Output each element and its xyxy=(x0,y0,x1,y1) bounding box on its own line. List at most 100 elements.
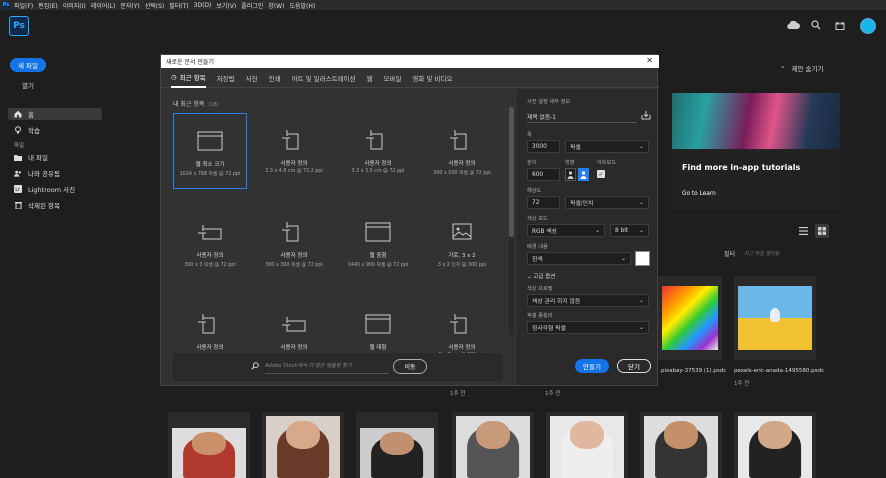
save-preset-icon[interactable] xyxy=(641,110,651,122)
recent-file-thumb[interactable] xyxy=(546,412,628,478)
menu-layer[interactable]: 레이어(L) xyxy=(91,1,116,10)
artboard-label: 아트보드 xyxy=(597,160,617,166)
sidebar-item-label: 학습 xyxy=(28,127,40,135)
scrollbar[interactable] xyxy=(509,107,514,335)
go-button[interactable]: 이동 xyxy=(393,359,427,374)
recent-file-thumb[interactable] xyxy=(452,412,534,478)
recent-file-name[interactable]: pexels-eric-anada-1495580.psdc xyxy=(734,368,824,374)
close-button[interactable]: 닫기 xyxy=(617,359,651,373)
grid-view-icon[interactable] xyxy=(815,224,829,238)
sidebar-item-deleted[interactable]: 삭제된 항목 xyxy=(8,199,102,211)
document-preset-icon xyxy=(365,222,391,242)
recent-file-thumb[interactable] xyxy=(356,412,438,478)
tab-recent[interactable]: ◷ 최근 항목 xyxy=(171,68,206,88)
menu-window[interactable]: 창(W) xyxy=(268,1,284,10)
recent-file-thumb[interactable] xyxy=(168,412,250,478)
preset-name: 사용자 정의 xyxy=(280,345,308,351)
preset-name: 가로, 3 x 2 xyxy=(448,253,476,259)
menu-3d[interactable]: 3D(D) xyxy=(194,2,212,9)
document-preset-icon xyxy=(281,130,307,150)
folder-icon xyxy=(14,153,22,161)
promo-image xyxy=(672,93,840,149)
preset-card[interactable]: 사용자 정의 3.3 x 3.5 cm @ 72 ppi xyxy=(341,113,415,189)
menu-image[interactable]: 이미지(I) xyxy=(63,1,86,10)
advanced-options-toggle[interactable]: ⌄ 고급 옵션 xyxy=(527,272,555,280)
width-unit-select[interactable]: 픽셀 ⌄ xyxy=(565,140,649,153)
stock-search-input[interactable]: Adobe Stock에서 더 많은 템플릿 찾기 xyxy=(265,362,352,369)
sidebar-item-lightroom[interactable]: Lr Lightroom 사진 xyxy=(8,183,102,195)
preset-card[interactable]: 가로, 3 x 2 3 x 2 인치 @ 300 ppi xyxy=(425,205,499,281)
menu-type[interactable]: 문자(Y) xyxy=(120,1,139,10)
height-input[interactable]: 600 xyxy=(527,168,560,181)
home-icon xyxy=(14,110,22,118)
menu-edit[interactable]: 편집(E) xyxy=(38,1,58,10)
search-icon[interactable] xyxy=(809,18,823,32)
tab-film[interactable]: 영화 및 비디오 xyxy=(412,68,452,88)
search-icon xyxy=(251,362,259,372)
tutorial-promo-card[interactable]: Find more in-app tutorials Go to Learn xyxy=(672,93,840,209)
pixel-ratio-select[interactable]: 정사각형 픽셀 ⌄ xyxy=(527,321,649,334)
sidebar-item-my-files[interactable]: 내 파일 xyxy=(8,151,102,163)
pixel-ratio-label: 픽셀 종횡비 xyxy=(527,313,553,319)
tab-print[interactable]: 인쇄 xyxy=(269,68,281,88)
background-label: 배경 내용 xyxy=(527,244,548,250)
tab-web[interactable]: 웹 xyxy=(367,68,373,88)
landscape-orientation-icon[interactable] xyxy=(578,168,589,181)
color-mode-select[interactable]: RGB 색상 ⌄ xyxy=(527,224,605,237)
avatar[interactable] xyxy=(860,18,876,34)
document-name-field[interactable]: 제목 없음-1 xyxy=(527,112,556,121)
portrait-orientation-icon[interactable] xyxy=(565,168,576,181)
color-profile-select[interactable]: 색상 관리 하지 않음 ⌄ xyxy=(527,294,649,307)
recent-file-thumb[interactable] xyxy=(658,276,722,360)
gift-icon[interactable] xyxy=(833,18,847,32)
tab-photo[interactable]: 사진 xyxy=(246,68,258,88)
create-button[interactable]: 만들기 xyxy=(575,359,609,373)
width-input[interactable]: 3000 xyxy=(527,140,560,153)
preset-tabs: ◷ 최근 항목 저장됨 사진 인쇄 아트 및 일러스트레이션 웹 모바일 영화 및… xyxy=(161,68,659,88)
menu-file[interactable]: 파일(F) xyxy=(14,1,33,10)
recent-file-time: 1주 전 xyxy=(734,381,750,387)
open-button[interactable]: 열기 xyxy=(22,80,34,90)
close-icon[interactable]: ✕ xyxy=(646,56,653,65)
hide-suggestions-button[interactable]: ⌃ 제안 숨기기 xyxy=(780,63,824,73)
menu-view[interactable]: 보기(V) xyxy=(216,1,236,10)
preset-card[interactable]: 사용자 정의 300 x 300 픽셀 @ 72 ppi xyxy=(257,205,331,281)
tab-art[interactable]: 아트 및 일러스트레이션 xyxy=(292,68,356,88)
recent-file-thumb[interactable] xyxy=(640,412,722,478)
sidebar-item-home[interactable]: 홈 xyxy=(8,108,102,120)
background-color-swatch[interactable] xyxy=(635,251,650,266)
preset-card[interactable]: 사용자 정의 300 x 3 픽셀 @ 72 ppi xyxy=(173,205,247,281)
preset-card[interactable]: 웹 최소 크기 1024 x 768 픽셀 @ 72 ppi xyxy=(173,113,247,189)
recent-file-thumb[interactable] xyxy=(262,412,344,478)
preset-name: 웹 중형 xyxy=(369,253,387,259)
recent-file-thumb[interactable] xyxy=(734,412,816,478)
new-file-button[interactable]: 새 파일 xyxy=(10,58,46,72)
ps-logo-icon: Ps xyxy=(2,1,10,9)
background-select[interactable]: 흰색 ⌄ xyxy=(527,252,631,265)
recent-file-name[interactable]: pixabay-37539 (1).psdc xyxy=(661,368,726,374)
cloud-icon[interactable] xyxy=(786,18,800,32)
preset-name: 사용자 정의 xyxy=(364,161,392,167)
menu-select[interactable]: 선택(S) xyxy=(145,1,165,10)
sidebar-item-learn[interactable]: 학습 xyxy=(8,124,102,136)
chevron-down-icon: ⌄ xyxy=(638,199,644,206)
go-to-learn-link[interactable]: Go to Learn xyxy=(682,191,716,197)
menu-plugins[interactable]: 플러그인 xyxy=(241,1,263,10)
resolution-unit-select[interactable]: 픽셀/인치 ⌄ xyxy=(565,196,649,209)
scrollbar-thumb[interactable] xyxy=(509,107,514,237)
tab-mobile[interactable]: 모바일 xyxy=(383,68,401,88)
preset-card[interactable]: 웹 중형 1440 x 900 픽셀 @ 72 ppi xyxy=(341,205,415,281)
artboard-checkbox[interactable]: ✓ xyxy=(597,170,605,178)
recent-file-thumb[interactable] xyxy=(734,276,816,360)
sidebar-item-shared[interactable]: 나와 공유됨 xyxy=(8,167,102,179)
menu-help[interactable]: 도움말(H) xyxy=(289,1,315,10)
preset-card[interactable]: 사용자 정의 3.3 x 4.8 cm @ 72.2 ppi xyxy=(257,113,331,189)
dialog-title: 새로운 문서 만들기 xyxy=(161,55,659,68)
resolution-input[interactable]: 72 xyxy=(527,196,560,209)
bit-depth-select[interactable]: 8 bit ⌄ xyxy=(610,224,649,237)
menu-filter[interactable]: 필터(T) xyxy=(169,1,188,10)
filter-input[interactable]: 최근 파일 필터링 xyxy=(744,250,779,257)
preset-card[interactable]: 사용자 정의 300 x 500 픽셀 @ 72 ppi xyxy=(425,113,499,189)
tab-saved[interactable]: 저장됨 xyxy=(217,68,235,88)
list-view-icon[interactable] xyxy=(799,227,808,237)
